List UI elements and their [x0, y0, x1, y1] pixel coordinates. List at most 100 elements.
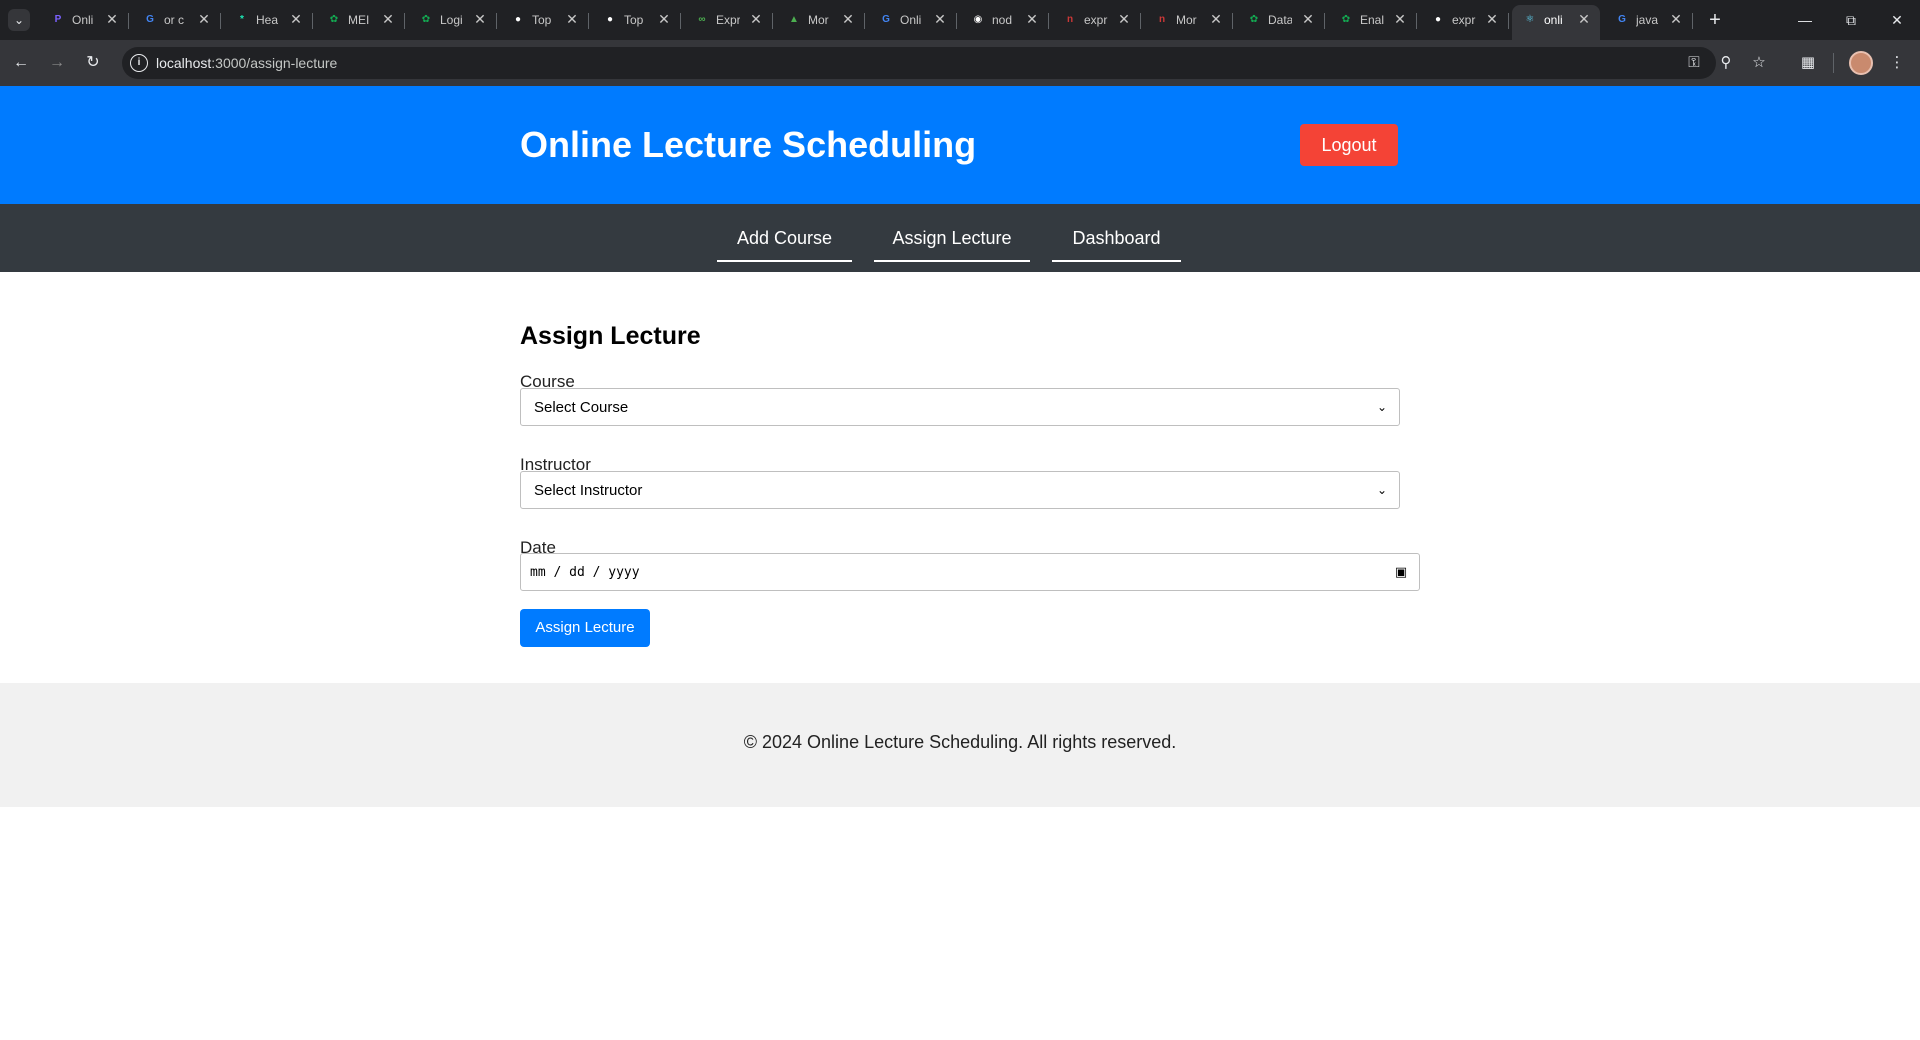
browser-tab[interactable]: ∞ Expr ✕: [684, 5, 773, 35]
date-input[interactable]: mm / dd / yyyy ▣: [520, 553, 1420, 591]
tab-divider: [1508, 13, 1509, 29]
react-icon: ⚛: [1525, 14, 1535, 25]
browser-tab[interactable]: ✿ Enal ✕: [1328, 5, 1417, 35]
browser-tab[interactable]: G Onli ✕: [868, 5, 957, 35]
tab-divider: [220, 13, 221, 29]
url-text[interactable]: localhost:3000/assign-lecture: [156, 55, 337, 71]
close-icon[interactable]: ✕: [1208, 11, 1224, 27]
close-icon[interactable]: ✕: [1300, 11, 1316, 27]
tab-divider: [956, 13, 957, 29]
close-icon[interactable]: ✕: [1484, 11, 1500, 27]
google-icon: G: [882, 14, 890, 25]
calendar-icon[interactable]: ▣: [1393, 564, 1409, 580]
browser-tab[interactable]: ⚛ onli ✕: [1512, 5, 1600, 40]
browser-tab[interactable]: P Onli ✕: [40, 5, 129, 35]
close-icon[interactable]: ✕: [748, 11, 764, 27]
new-tab-button[interactable]: +: [1704, 9, 1726, 31]
browser-tab[interactable]: Gor c ✕: [132, 5, 221, 35]
tab-title: Mor: [808, 13, 829, 27]
browser-tab[interactable]: n Mor ✕: [1144, 5, 1233, 35]
app-icon: P: [54, 14, 62, 25]
instructor-select-value: Select Instructor: [534, 482, 643, 499]
site-info-icon[interactable]: i: [130, 54, 148, 72]
close-icon[interactable]: ✕: [932, 11, 948, 27]
mongo-icon: ▲: [789, 14, 799, 25]
nav-add-course[interactable]: Add Course: [717, 214, 852, 262]
tab-title: Hea: [256, 13, 279, 27]
tab-divider: [312, 13, 313, 29]
forward-arrow-icon[interactable]: →: [46, 52, 68, 74]
instructor-select[interactable]: Select Instructor ⌄: [520, 471, 1400, 509]
profile-avatar[interactable]: [1849, 51, 1873, 75]
extensions-icon[interactable]: ▦: [1797, 52, 1819, 74]
tab-divider: [1324, 13, 1325, 29]
site-header: Online Lecture Scheduling Logout: [0, 86, 1920, 204]
tab-title: Data: [1268, 13, 1292, 27]
url-host: localhost: [156, 55, 212, 71]
toolbar-divider: [1833, 53, 1834, 73]
close-icon[interactable]: ✕: [288, 11, 304, 27]
browser-tab[interactable]: ▲ Mor ✕: [776, 5, 865, 35]
google-icon: G: [1618, 14, 1626, 25]
close-icon[interactable]: ✕: [1116, 11, 1132, 27]
close-icon[interactable]: ✕: [564, 11, 580, 27]
tab-divider: [864, 13, 865, 29]
password-key-icon[interactable]: ⚿: [1684, 53, 1704, 73]
browser-tab[interactable]: ◉ nod ✕: [960, 5, 1049, 35]
tab-divider: [1416, 13, 1417, 29]
address-bar[interactable]: i localhost:3000/assign-lecture ⚿ ⚲: [122, 47, 1732, 79]
reload-icon[interactable]: ↻: [82, 52, 104, 74]
npm-icon: n: [1066, 14, 1074, 25]
restore-button[interactable]: ⧉: [1828, 6, 1874, 34]
minimize-button[interactable]: —: [1782, 6, 1828, 34]
leaf-icon: ✿: [1341, 14, 1351, 25]
browser-tab[interactable]: ✿ Data ✕: [1236, 5, 1325, 35]
browser-tab[interactable]: ● Top ✕: [500, 5, 589, 35]
menu-dots-icon[interactable]: ⋮: [1886, 52, 1908, 74]
close-icon[interactable]: ✕: [840, 11, 856, 27]
page: Online Lecture Scheduling Logout Add Cou…: [0, 86, 1920, 1040]
tab-title: expr: [1084, 13, 1108, 27]
browser-tab[interactable]: ✿ MEI ✕: [316, 5, 405, 35]
close-icon[interactable]: ✕: [1392, 11, 1408, 27]
form-title: Assign Lecture: [520, 322, 701, 350]
close-icon[interactable]: ✕: [1024, 11, 1040, 27]
browser-tab[interactable]: ✿ Logi ✕: [408, 5, 497, 35]
close-icon[interactable]: ✕: [1576, 11, 1592, 27]
close-icon[interactable]: ✕: [472, 11, 488, 27]
close-icon[interactable]: ✕: [196, 11, 212, 27]
course-select[interactable]: Select Course ⌄: [520, 388, 1400, 426]
tab-title: Mor: [1176, 13, 1197, 27]
tab-title: Onli: [900, 13, 922, 27]
nav-dashboard[interactable]: Dashboard: [1052, 214, 1181, 262]
tab-search-button[interactable]: ⌄: [8, 9, 30, 31]
browser-tab[interactable]: ● Top ✕: [592, 5, 681, 35]
tab-divider: [1232, 13, 1233, 29]
tab-divider: [128, 13, 129, 29]
browser-tab[interactable]: * Hea ✕: [224, 5, 313, 35]
close-icon[interactable]: ✕: [104, 11, 120, 27]
browser-tab[interactable]: ● expr ✕: [1420, 5, 1509, 35]
tab-title: Top: [624, 13, 644, 27]
medium-icon: ●: [1434, 14, 1442, 25]
zoom-icon[interactable]: ⚲: [1716, 53, 1736, 73]
browser-tab[interactable]: Gjava ✕: [1604, 5, 1693, 35]
tab-title: Onli: [72, 13, 94, 27]
logout-button[interactable]: Logout: [1300, 124, 1398, 166]
back-arrow-icon[interactable]: ←: [10, 52, 32, 74]
bookmark-star-icon[interactable]: ☆: [1748, 52, 1770, 74]
nav-assign-lecture[interactable]: Assign Lecture: [874, 214, 1030, 262]
site-title: Online Lecture Scheduling: [520, 124, 977, 165]
browser-tab[interactable]: n expr ✕: [1052, 5, 1141, 35]
close-window-button[interactable]: ✕: [1874, 6, 1920, 34]
google-icon: G: [146, 14, 154, 25]
close-icon[interactable]: ✕: [656, 11, 672, 27]
assign-lecture-button[interactable]: Assign Lecture: [520, 609, 650, 647]
tab-title: nod: [992, 13, 1013, 27]
tab-title: Enal: [1360, 13, 1384, 27]
url-path: :3000/assign-lecture: [211, 55, 338, 71]
close-icon[interactable]: ✕: [1668, 11, 1684, 27]
tab-divider: [404, 13, 405, 29]
tab-divider: [1140, 13, 1141, 29]
close-icon[interactable]: ✕: [380, 11, 396, 27]
